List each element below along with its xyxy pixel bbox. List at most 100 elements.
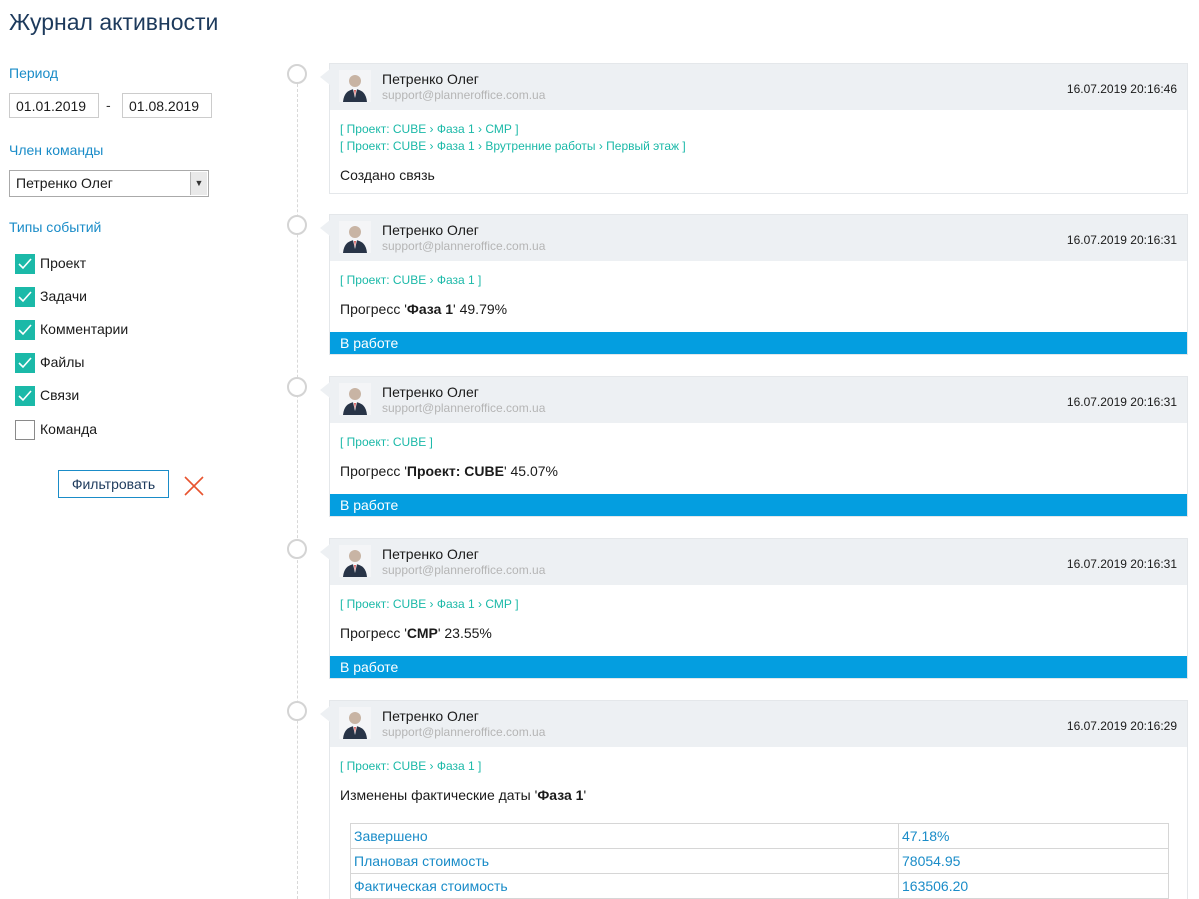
activity-text-bold: Фаза 1 bbox=[537, 787, 584, 803]
filter-sidebar: Период 01.01.2019 - 01.08.2019 Член кома… bbox=[0, 0, 260, 899]
activity-text-suffix: ' bbox=[583, 787, 587, 803]
activity-timestamp: 16.07.2019 20:16:31 bbox=[1066, 395, 1177, 409]
avatar bbox=[339, 383, 371, 415]
table-cell-label: Фактическая стоимость bbox=[350, 873, 899, 899]
member-select-value: Петренко Олег bbox=[16, 175, 113, 191]
card-pointer bbox=[320, 544, 330, 560]
timeline-line bbox=[297, 84, 298, 899]
date-from-input[interactable]: 01.01.2019 bbox=[9, 93, 99, 118]
event-types-label: Типы событий bbox=[9, 219, 102, 235]
activity-breadcrumb[interactable]: [ Проект: CUBE › Фаза 1 › Врутренние раб… bbox=[340, 139, 686, 153]
card-pointer bbox=[320, 382, 330, 398]
user-name: Петренко Олег bbox=[382, 546, 479, 562]
close-icon[interactable] bbox=[183, 475, 205, 497]
activity-card: Петренко Олег support@planneroffice.com.… bbox=[320, 63, 1188, 194]
user-name: Петренко Олег bbox=[382, 222, 479, 238]
table-row: Фактическая стоимость 163506.20 bbox=[350, 873, 1169, 899]
avatar bbox=[339, 221, 371, 253]
status-bar: В работе bbox=[330, 656, 1187, 678]
status-bar: В работе bbox=[330, 494, 1187, 516]
table-row: Завершено 47.18% bbox=[350, 823, 1169, 849]
checkbox-checked-icon[interactable] bbox=[15, 386, 35, 406]
chevron-down-icon[interactable]: ▼ bbox=[190, 172, 207, 195]
member-select[interactable]: Петренко Олег ▼ bbox=[9, 170, 209, 197]
activity-text-suffix: ' 45.07% bbox=[503, 463, 558, 479]
date-to-input[interactable]: 01.08.2019 bbox=[122, 93, 212, 118]
filter-button[interactable]: Фильтровать bbox=[58, 470, 169, 498]
activity-text-suffix: ' 23.55% bbox=[437, 625, 492, 641]
activity-card: Петренко Олег support@planneroffice.com.… bbox=[320, 376, 1188, 517]
activity-header: Петренко Олег support@planneroffice.com.… bbox=[320, 539, 1187, 585]
activity-header: Петренко Олег support@planneroffice.com.… bbox=[320, 215, 1187, 261]
table-cell-label: Завершено bbox=[350, 823, 899, 849]
activity-text-suffix: ' 49.79% bbox=[453, 301, 508, 317]
checkbox-checked-icon[interactable] bbox=[15, 254, 35, 274]
activity-text: Изменены фактические даты 'Фаза 1' bbox=[340, 787, 586, 803]
table-row: Плановая стоимость 78054.95 bbox=[350, 848, 1169, 874]
checkbox-label: Связи bbox=[40, 387, 80, 403]
timeline-dot bbox=[287, 215, 307, 235]
activity-text-prefix: Прогресс ' bbox=[340, 625, 407, 641]
checkbox-label: Задачи bbox=[40, 288, 88, 304]
activity-breadcrumb[interactable]: [ Проект: CUBE › Фаза 1 ] bbox=[340, 759, 481, 773]
avatar bbox=[339, 545, 371, 577]
table-cell-value: 47.18% bbox=[898, 823, 1169, 849]
card-pointer bbox=[320, 69, 330, 85]
activity-breadcrumb[interactable]: [ Проект: CUBE › Фаза 1 › СМР ] bbox=[340, 597, 519, 611]
activity-text-bold: СМР bbox=[406, 625, 438, 641]
activity-timestamp: 16.07.2019 20:16:46 bbox=[1066, 82, 1177, 96]
timeline-dot bbox=[287, 64, 307, 84]
date-separator: - bbox=[106, 97, 111, 113]
user-email: support@planneroffice.com.ua bbox=[382, 401, 546, 415]
activity-text-prefix: Изменены фактические даты ' bbox=[340, 787, 538, 803]
period-label: Период bbox=[9, 65, 59, 81]
activity-card: Петренко Олег support@planneroffice.com.… bbox=[320, 700, 1188, 899]
activity-text: Прогресс 'Проект: CUBE' 45.07% bbox=[340, 463, 558, 479]
card-pointer bbox=[320, 220, 330, 236]
checkbox-unchecked-icon[interactable] bbox=[15, 420, 35, 440]
member-label: Член команды bbox=[9, 142, 104, 158]
user-email: support@planneroffice.com.ua bbox=[382, 239, 546, 253]
activity-text: Прогресс 'СМР' 23.55% bbox=[340, 625, 492, 641]
checkbox-label: Комментарии bbox=[40, 321, 129, 337]
activity-breadcrumb[interactable]: [ Проект: CUBE ] bbox=[340, 435, 433, 449]
activity-text-bold: Фаза 1 bbox=[406, 301, 454, 317]
activity-header: Петренко Олег support@planneroffice.com.… bbox=[320, 377, 1187, 423]
activity-text: Создано связь bbox=[340, 167, 435, 183]
activity-timestamp: 16.07.2019 20:16:31 bbox=[1066, 557, 1177, 571]
checkbox-label: Проект bbox=[40, 255, 87, 271]
checkbox-checked-icon[interactable] bbox=[15, 320, 35, 340]
user-name: Петренко Олег bbox=[382, 71, 479, 87]
timeline-dot bbox=[287, 701, 307, 721]
timeline-dot bbox=[287, 539, 307, 559]
user-name: Петренко Олег bbox=[382, 708, 479, 724]
user-name: Петренко Олег bbox=[382, 384, 479, 400]
checkbox-label: Файлы bbox=[40, 354, 85, 370]
activity-text: Прогресс 'Фаза 1' 49.79% bbox=[340, 301, 507, 317]
activity-text-prefix: Прогресс ' bbox=[340, 301, 407, 317]
activity-breadcrumb[interactable]: [ Проект: CUBE › Фаза 1 › СМР ] bbox=[340, 122, 519, 136]
timeline-dot bbox=[287, 377, 307, 397]
user-email: support@planneroffice.com.ua bbox=[382, 563, 546, 577]
checkbox-label: Команда bbox=[40, 421, 98, 437]
activity-timestamp: 16.07.2019 20:16:29 bbox=[1066, 719, 1177, 733]
avatar bbox=[339, 707, 371, 739]
activity-text-prefix: Прогресс ' bbox=[340, 463, 407, 479]
activity-breadcrumb[interactable]: [ Проект: CUBE › Фаза 1 ] bbox=[340, 273, 481, 287]
card-pointer bbox=[320, 706, 330, 722]
changes-table: Завершено 47.18% Плановая стоимость 7805… bbox=[350, 823, 1169, 899]
table-cell-value: 163506.20 bbox=[898, 873, 1169, 899]
checkbox-checked-icon[interactable] bbox=[15, 287, 35, 307]
activity-card: Петренко Олег support@planneroffice.com.… bbox=[320, 214, 1188, 355]
activity-text-bold: Проект: CUBE bbox=[406, 463, 504, 479]
table-cell-label: Плановая стоимость bbox=[350, 848, 899, 874]
activity-header: Петренко Олег support@planneroffice.com.… bbox=[320, 64, 1187, 110]
status-bar: В работе bbox=[330, 332, 1187, 354]
table-cell-value: 78054.95 bbox=[898, 848, 1169, 874]
user-email: support@planneroffice.com.ua bbox=[382, 88, 546, 102]
activity-card: Петренко Олег support@planneroffice.com.… bbox=[320, 538, 1188, 679]
avatar bbox=[339, 70, 371, 102]
activity-header: Петренко Олег support@planneroffice.com.… bbox=[320, 701, 1187, 747]
checkbox-checked-icon[interactable] bbox=[15, 353, 35, 373]
user-email: support@planneroffice.com.ua bbox=[382, 725, 546, 739]
